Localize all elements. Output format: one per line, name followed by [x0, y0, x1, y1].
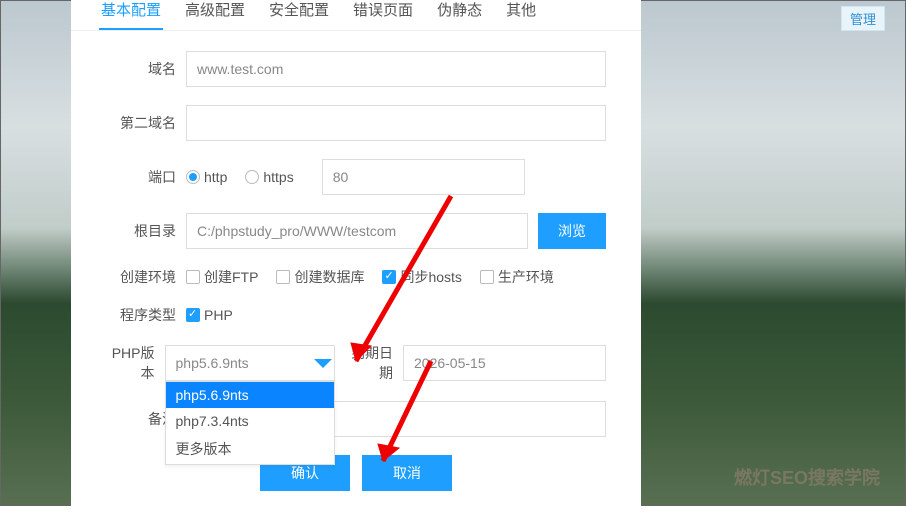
domain-input[interactable]: [186, 51, 606, 87]
expire-label: 到期日期: [345, 343, 404, 383]
chevron-down-icon: [314, 359, 332, 377]
tab-rewrite[interactable]: 伪静态: [435, 0, 484, 30]
env-label: 创建环境: [106, 267, 186, 287]
port-label: 端口: [106, 167, 186, 187]
manage-tag[interactable]: 管理: [841, 6, 885, 31]
env-prod-option[interactable]: 生产环境: [480, 267, 554, 287]
dropdown-item[interactable]: php5.6.9nts: [166, 382, 334, 408]
env-hosts-option[interactable]: 同步hosts: [382, 267, 461, 287]
radio-icon: [186, 170, 200, 184]
root-input[interactable]: [186, 213, 528, 249]
config-tabs: 基本配置 高级配置 安全配置 错误页面 伪静态 其他: [71, 0, 641, 31]
php-version-input[interactable]: [165, 345, 335, 381]
port-http-label: http: [204, 169, 227, 185]
program-php-option[interactable]: PHP: [186, 307, 233, 323]
root-label: 根目录: [106, 221, 186, 241]
port-https-option[interactable]: https: [245, 169, 293, 185]
site-config-modal: 基本配置 高级配置 安全配置 错误页面 伪静态 其他 域名 第二域名 端口 ht…: [71, 0, 641, 521]
checkbox-icon: [186, 270, 200, 284]
browse-button[interactable]: 浏览: [538, 213, 606, 249]
env-prod-label: 生产环境: [498, 267, 554, 287]
tab-other[interactable]: 其他: [504, 0, 538, 30]
tab-basic[interactable]: 基本配置: [99, 0, 163, 30]
tab-advanced[interactable]: 高级配置: [183, 0, 247, 30]
php-version-select[interactable]: php5.6.9nts php7.3.4nts 更多版本: [165, 345, 335, 381]
program-label: 程序类型: [106, 305, 186, 325]
port-http-option[interactable]: http: [186, 169, 227, 185]
env-ftp-option[interactable]: 创建FTP: [186, 267, 258, 287]
checkbox-icon: [276, 270, 290, 284]
php-version-label: PHP版本: [106, 343, 165, 383]
php-version-dropdown: php5.6.9nts php7.3.4nts 更多版本: [165, 381, 335, 465]
env-db-label: 创建数据库: [294, 267, 364, 287]
dropdown-item[interactable]: 更多版本: [166, 434, 334, 464]
radio-icon: [245, 170, 259, 184]
watermark-text: 燃灯SEO搜索学院: [734, 464, 880, 490]
tab-error-page[interactable]: 错误页面: [351, 0, 415, 30]
cancel-button[interactable]: 取消: [362, 455, 452, 491]
port-https-label: https: [263, 169, 293, 185]
domain-label: 域名: [106, 59, 186, 79]
checkbox-icon: [186, 308, 200, 322]
env-ftp-label: 创建FTP: [204, 267, 258, 287]
basic-form: 域名 第二域名 端口 http https 根目录 浏览 创建环境: [71, 31, 641, 501]
tab-security[interactable]: 安全配置: [267, 0, 331, 30]
env-db-option[interactable]: 创建数据库: [276, 267, 364, 287]
expire-input[interactable]: [403, 345, 606, 381]
port-input[interactable]: [322, 159, 525, 195]
checkbox-icon: [382, 270, 396, 284]
env-hosts-label: 同步hosts: [400, 267, 461, 287]
dropdown-item[interactable]: php7.3.4nts: [166, 408, 334, 434]
second-domain-label: 第二域名: [106, 113, 186, 133]
program-php-label: PHP: [204, 307, 233, 323]
checkbox-icon: [480, 270, 494, 284]
second-domain-input[interactable]: [186, 105, 606, 141]
